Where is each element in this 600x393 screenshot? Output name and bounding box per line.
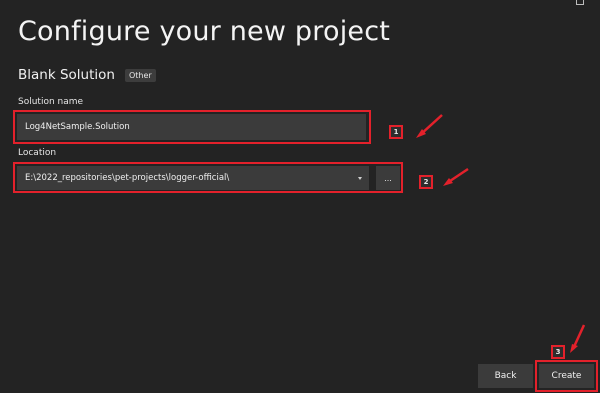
solution-name-value: Log4NetSample.Solution xyxy=(25,122,130,132)
chevron-down-icon xyxy=(358,177,362,180)
template-info: Blank Solution Other xyxy=(18,67,156,83)
back-button[interactable]: Back xyxy=(478,364,533,388)
step-badge-create: 3 xyxy=(551,345,565,359)
location-dropdown[interactable]: E:\2022_repositories\pet-projects\logger… xyxy=(17,166,369,190)
template-tag: Other xyxy=(124,68,156,82)
location-label: Location xyxy=(18,148,57,158)
annotation-arrow-icon xyxy=(443,167,469,186)
create-button[interactable]: Create xyxy=(539,364,594,388)
step-badge-solution-name: 1 xyxy=(389,125,403,139)
solution-name-input[interactable]: Log4NetSample.Solution xyxy=(17,114,366,140)
solution-name-label: Solution name xyxy=(18,97,84,107)
configure-project-dialog: Configure your new project Blank Solutio… xyxy=(0,0,600,393)
template-name: Blank Solution xyxy=(18,67,115,83)
step-badge-location: 2 xyxy=(419,175,433,189)
window-restore-icon[interactable] xyxy=(576,0,584,5)
page-title: Configure your new project xyxy=(18,16,391,47)
location-value: E:\2022_repositories\pet-projects\logger… xyxy=(25,173,230,183)
browse-button[interactable]: ... xyxy=(376,166,400,190)
annotation-arrow-icon xyxy=(416,114,443,138)
annotation-arrow-icon xyxy=(570,324,586,353)
